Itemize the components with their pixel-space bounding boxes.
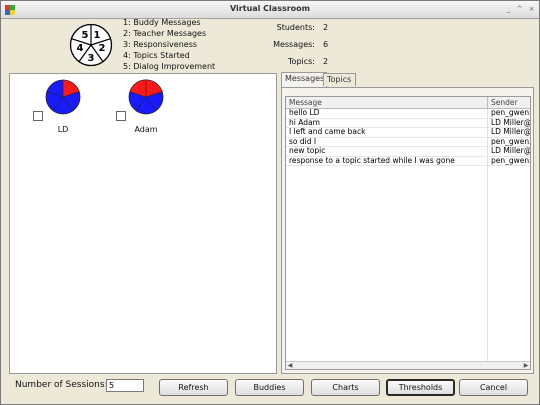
student-card-adam[interactable]: Adam [116, 79, 176, 135]
title-bar[interactable]: Virtual Classroom _ ^ × [1, 1, 539, 19]
legend-item: 2: Teacher Messages [123, 29, 207, 38]
svg-text:4: 4 [77, 43, 84, 54]
legend-item: 3: Responsiveness [123, 40, 198, 49]
scroll-right-icon[interactable]: ▶ [522, 362, 530, 369]
student-panel: LD Adam [9, 73, 277, 374]
cell-sender: LD Miller@l [491, 118, 530, 127]
cancel-button[interactable]: Cancel [459, 379, 528, 396]
scroll-left-icon[interactable]: ◀ [286, 362, 294, 369]
column-header-message[interactable]: Message [289, 98, 322, 107]
stat-students: Students: 2 [259, 23, 359, 35]
sessions-input[interactable] [106, 379, 144, 392]
stat-value: 2 [323, 57, 329, 66]
buddies-button[interactable]: Buddies [235, 379, 304, 396]
student-checkbox[interactable] [33, 111, 43, 121]
sessions-label: Number of Sessions: [15, 380, 108, 390]
stat-value: 6 [323, 40, 329, 49]
maximize-icon[interactable]: ^ [514, 4, 525, 14]
table-row[interactable]: so did I pen_gwen5 [286, 137, 530, 147]
svg-text:3: 3 [88, 53, 95, 64]
svg-text:2: 2 [99, 43, 106, 54]
table-row[interactable]: I left and came back LD Miller@l [286, 128, 530, 138]
messages-tab-panel: Message Sender hello LD pen_gwen5 hi Ada… [281, 87, 534, 374]
tab-topics[interactable]: Topics [323, 73, 356, 86]
cell-sender: pen_gwen5 [491, 109, 530, 117]
refresh-button[interactable]: Refresh [159, 379, 228, 396]
student-name: Adam [134, 125, 158, 134]
table-row[interactable]: hi Adam LD Miller@l [286, 118, 530, 128]
thresholds-button[interactable]: Thresholds [386, 379, 455, 396]
cell-message: new topic [289, 147, 326, 155]
messages-grid[interactable]: Message Sender hello LD pen_gwen5 hi Ada… [285, 96, 531, 370]
tab-messages[interactable]: Messages [281, 72, 327, 87]
stat-messages: Messages: 6 [259, 40, 359, 52]
legend-item: 1: Buddy Messages [123, 18, 201, 27]
svg-text:5: 5 [82, 30, 89, 41]
student-pie-chart-icon [45, 79, 81, 115]
table-row[interactable]: response to a topic started while I was … [286, 156, 530, 166]
legend-list: 1: Buddy Messages 2: Teacher Messages 3:… [123, 17, 215, 72]
horizontal-scrollbar[interactable]: ◀ ▶ [286, 361, 530, 369]
cell-sender: pen_gwen5 [491, 156, 530, 165]
table-row[interactable]: new topic LD Miller@l [286, 147, 530, 157]
cell-message: so did I [289, 137, 317, 146]
close-icon[interactable]: × [526, 4, 537, 14]
column-header-sender[interactable]: Sender [491, 98, 518, 107]
cell-message: hi Adam [289, 118, 320, 127]
cell-message: response to a topic started while I was … [289, 156, 455, 165]
legend-pie-icon: 1 2 3 4 5 [69, 23, 113, 67]
column-divider[interactable] [487, 97, 488, 108]
cell-sender: LD Miller@l [491, 147, 530, 155]
window-title: Virtual Classroom [230, 4, 310, 13]
student-name: LD [57, 125, 69, 134]
student-pie-chart-icon [128, 79, 164, 115]
cell-message: hello LD [289, 109, 320, 117]
cell-sender: LD Miller@l [491, 128, 530, 136]
svg-text:1: 1 [94, 30, 101, 41]
table-row[interactable]: hello LD pen_gwen5 [286, 109, 530, 119]
cell-sender: pen_gwen5 [491, 137, 530, 146]
charts-button[interactable]: Charts [311, 379, 380, 396]
legend-item: 4: Topics Started [123, 51, 190, 60]
minimize-icon[interactable]: _ [503, 4, 514, 14]
legend-item: 5: Dialog Improvement [123, 62, 216, 71]
stat-label: Messages: [273, 40, 315, 49]
stat-value: 2 [323, 23, 329, 32]
stat-label: Students: [276, 23, 315, 32]
stat-label: Topics: [288, 57, 315, 66]
stat-topics: Topics: 2 [259, 57, 359, 69]
student-card-ld[interactable]: LD [33, 79, 93, 135]
cell-message: I left and came back [289, 128, 366, 136]
virtual-classroom-window: Virtual Classroom _ ^ × 1 2 3 4 5 1: Bud… [0, 0, 540, 405]
student-checkbox[interactable] [116, 111, 126, 121]
grid-header: Message Sender [286, 97, 530, 109]
grid-rows: hello LD pen_gwen5 hi Adam LD Miller@l I… [286, 109, 530, 166]
